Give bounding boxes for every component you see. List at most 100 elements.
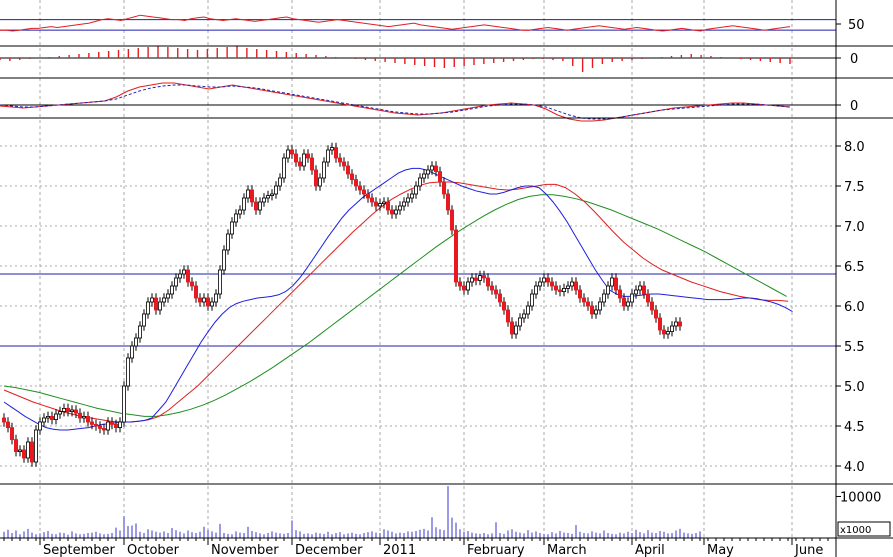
volume-unit-label: x1000 [840, 525, 871, 536]
candle-body [385, 201, 390, 211]
candle-body [102, 427, 107, 431]
candle-body [401, 201, 406, 207]
candle-body [558, 289, 563, 293]
candle-body [145, 301, 150, 315]
candle-body [530, 293, 535, 307]
candle-body [650, 301, 655, 311]
candle-body [297, 161, 302, 167]
month-label: 2011 [383, 543, 416, 557]
candle-body [189, 281, 194, 287]
candle-body [457, 281, 462, 287]
month-label: December [295, 543, 363, 557]
candle-body [433, 165, 438, 172]
candle-body [62, 407, 67, 412]
candle-body [477, 275, 482, 281]
candle-body [449, 209, 454, 231]
candle-body [301, 153, 306, 167]
candle-body [293, 153, 298, 163]
candle-body [21, 449, 26, 459]
candle-body [349, 173, 354, 180]
candle-body [365, 193, 370, 199]
candle-body [606, 285, 611, 295]
candle-body [213, 293, 218, 303]
candle-body [173, 277, 178, 287]
candle-body [409, 193, 414, 199]
candle-body [133, 337, 138, 347]
candle-body [46, 415, 51, 419]
candle-body [153, 297, 158, 311]
candle-body [389, 209, 394, 215]
candle-body [249, 189, 254, 203]
candle-body [149, 297, 154, 303]
candle-body [90, 421, 95, 425]
candle-body [437, 171, 442, 183]
candle-body [481, 275, 486, 279]
month-label: February [467, 543, 525, 557]
candle-body [38, 421, 43, 431]
month-label: March [547, 543, 587, 557]
candle-body [25, 441, 30, 459]
histogram-tick-label: 0 [850, 52, 858, 67]
candle-body [353, 179, 358, 187]
candle-body [473, 277, 478, 281]
candle-body [369, 197, 374, 203]
candle-body [574, 281, 579, 291]
stock-chart: September October November December 2011 Febr… [0, 0, 893, 557]
price-tick-label: 6.5 [844, 260, 865, 275]
candle-body [78, 412, 83, 419]
candle-body [126, 357, 131, 387]
candle-body [13, 439, 18, 453]
candle-body [554, 285, 559, 291]
month-label: October [127, 543, 180, 557]
candle-body [570, 281, 575, 287]
candle-body [157, 301, 162, 311]
candle-body [441, 181, 446, 195]
month-label: April [635, 543, 665, 557]
candle-body [137, 325, 142, 339]
candle-body [86, 415, 91, 423]
candle-body [129, 345, 134, 359]
candle-body [161, 297, 166, 303]
candle-body [505, 309, 510, 323]
candle-body [122, 385, 127, 423]
price-tick-label: 7.0 [844, 220, 865, 235]
candle-body [114, 423, 119, 428]
candle-body [341, 161, 346, 167]
month-label: May [707, 543, 734, 557]
candle-body [357, 185, 362, 191]
candle-body [6, 421, 11, 428]
candle-body [626, 301, 631, 307]
candle-body [285, 149, 290, 159]
candle-body [70, 409, 75, 413]
candle-body [485, 277, 490, 287]
candle-body [562, 287, 567, 292]
candle-body [646, 293, 651, 303]
candle-body [598, 301, 603, 311]
candle-body [586, 301, 591, 307]
candle-body [209, 301, 214, 307]
candle-body [445, 193, 450, 211]
candle-body [265, 195, 270, 199]
candle-body [413, 185, 418, 195]
candle-body [514, 325, 519, 335]
candle-body [550, 281, 555, 287]
candle-body [373, 201, 378, 207]
price-tick-label: 5.0 [844, 380, 865, 395]
candle-body [566, 285, 571, 289]
candle-body [54, 413, 59, 420]
candle-body [509, 321, 514, 335]
candle-body [329, 147, 334, 151]
candle-body [181, 269, 186, 275]
candle-body [469, 277, 474, 283]
candle-body [169, 285, 174, 295]
candle-body [237, 209, 242, 215]
candle-body [245, 189, 250, 199]
candle-body [381, 201, 386, 204]
candle-body [193, 285, 198, 299]
candle-body [317, 177, 322, 187]
month-label: September [43, 543, 116, 557]
candle-body [9, 427, 14, 441]
candle-body [29, 441, 34, 463]
macd-tick-label: 0 [850, 99, 858, 114]
month-label: June [794, 543, 823, 557]
